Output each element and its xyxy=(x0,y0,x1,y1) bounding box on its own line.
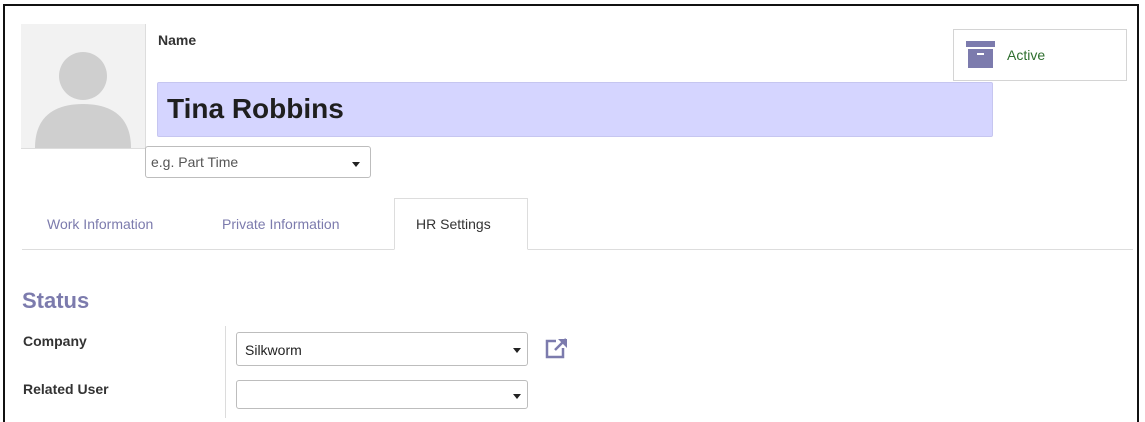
related-user-label: Related User xyxy=(23,381,109,397)
employee-avatar[interactable] xyxy=(21,24,146,149)
chevron-down-icon xyxy=(513,348,521,353)
field-divider xyxy=(225,326,226,418)
tab-work-information[interactable]: Work Information xyxy=(47,216,153,232)
tab-hr-settings[interactable]: HR Settings xyxy=(394,198,528,250)
archive-box-icon xyxy=(966,41,995,68)
employee-name-value: Tina Robbins xyxy=(167,93,344,124)
company-select[interactable]: Silkworm xyxy=(236,332,528,366)
external-link-icon[interactable] xyxy=(544,338,570,360)
tab-hr-settings-label: HR Settings xyxy=(416,216,491,232)
employee-name-field[interactable]: Tina Robbins xyxy=(157,82,993,137)
tabs-divider xyxy=(22,249,1133,250)
company-label: Company xyxy=(23,333,87,349)
name-label: Name xyxy=(158,32,197,48)
company-value: Silkworm xyxy=(245,342,302,358)
tab-private-information[interactable]: Private Information xyxy=(222,216,340,232)
chevron-down-icon xyxy=(352,162,360,167)
related-user-select[interactable] xyxy=(236,380,528,409)
person-silhouette-icon xyxy=(21,24,145,148)
category-select[interactable]: e.g. Part Time xyxy=(145,146,371,178)
chevron-down-icon xyxy=(513,394,521,399)
category-placeholder: e.g. Part Time xyxy=(151,154,239,170)
active-button-label: Active xyxy=(1007,47,1046,63)
active-toggle-button[interactable]: Active xyxy=(953,29,1127,81)
section-title-status: Status xyxy=(22,288,90,313)
